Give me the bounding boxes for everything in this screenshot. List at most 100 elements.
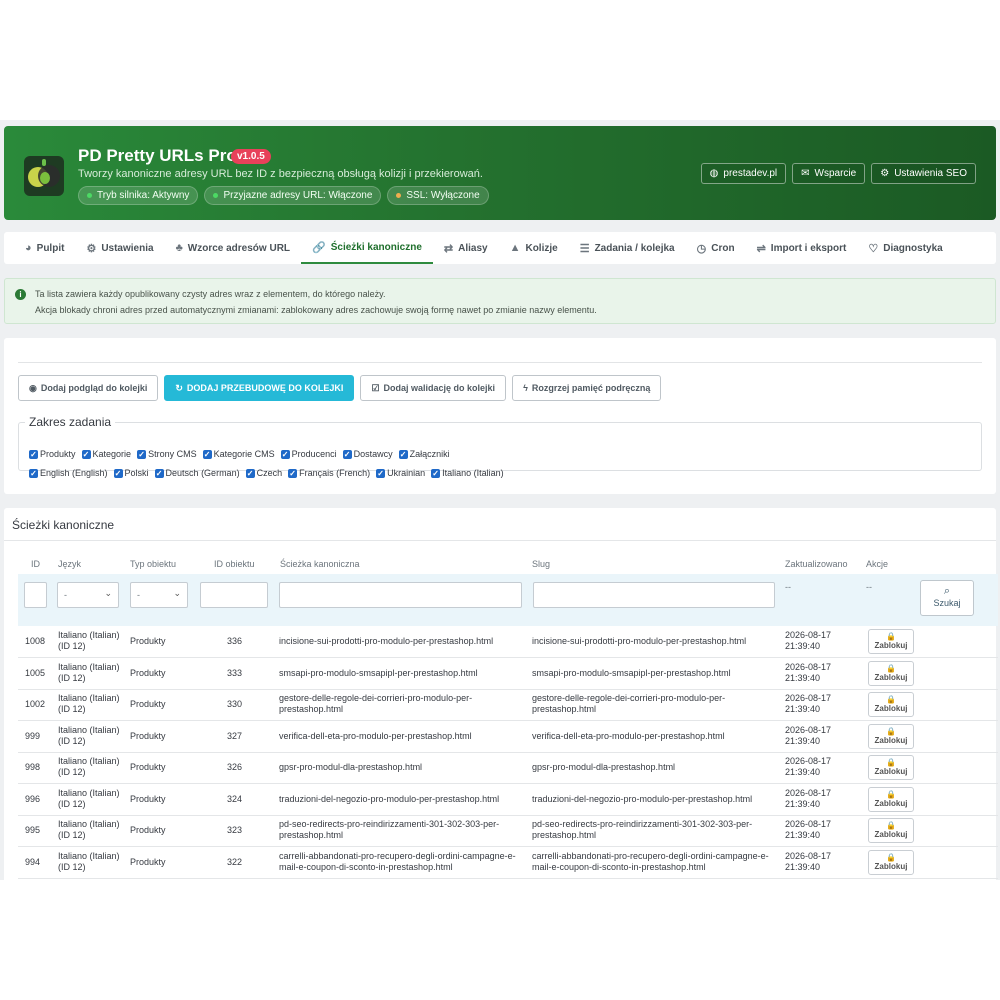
- cell-slug-cont: prestashop.html: [532, 830, 597, 840]
- module-logo: [24, 156, 64, 196]
- language-checkbox-2[interactable]: ✓ Deutsch (German): [154, 468, 240, 478]
- cell-id: 994: [25, 856, 41, 867]
- gears-icon: ⚙: [86, 242, 97, 255]
- entity-checkbox-0[interactable]: ✓ Produkty: [29, 449, 76, 459]
- checkbox-checked-icon: ✓: [245, 468, 255, 478]
- cell-language: Italiano (Italian): [58, 787, 120, 798]
- queue-preview-button[interactable]: ◉ Dodaj podgląd do kolejki: [18, 375, 159, 401]
- cell-language-id: (ID 12): [58, 830, 86, 840]
- table-row: 1008 Italiano (Italian) (ID 12) Produkty 336…: [18, 626, 998, 658]
- bolt-icon: ϟ: [523, 383, 528, 393]
- tab-label: Wzorce adresów URL: [187, 242, 291, 254]
- language-checkbox-0[interactable]: ✓ English (English): [29, 468, 108, 478]
- cell-updated-date: 2026-08-17: [785, 850, 832, 861]
- tab-2[interactable]: ♣ Wzorce adresów URL: [165, 232, 301, 264]
- lock-icon: 🔒: [886, 726, 896, 736]
- tab-7[interactable]: ◷ Cron: [686, 232, 746, 264]
- table-row: 1002 Italiano (Italian) (ID 12) Produkty 330…: [18, 689, 998, 721]
- cell-language: Italiano (Italian): [58, 850, 120, 861]
- status-dot-icon: [213, 193, 219, 198]
- tab-6[interactable]: ☰ Zadania / kolejka: [569, 232, 686, 264]
- tab-0[interactable]: ◕ Pulpit: [14, 232, 75, 264]
- tab-1[interactable]: ⚙ Ustawienia: [75, 232, 164, 264]
- tab-3[interactable]: 🔗 Ścieżki kanoniczne: [301, 232, 433, 264]
- language-checkbox-1[interactable]: ✓ Polski: [113, 468, 149, 478]
- info-icon: i: [15, 289, 26, 300]
- entity-checkbox-3[interactable]: ✓ Kategorie CMS: [202, 449, 275, 459]
- cell-canonical-path: pd-seo-redirects-pro-reindirizzamenti-30…: [279, 819, 500, 829]
- lock-icon: 🔒: [886, 852, 896, 862]
- cell-slug-cont: prestashop.html: [532, 704, 597, 714]
- lock-label: Zablokuj: [874, 641, 908, 650]
- language-checkbox-3[interactable]: ✓ Czech: [245, 468, 282, 478]
- cell-updated-date: 2026-08-17: [785, 819, 832, 829]
- prestadev-link-button[interactable]: ◍ prestadev.pl: [700, 163, 787, 184]
- entity-checkbox-2[interactable]: ✓ Strony CMS: [137, 449, 197, 459]
- entity-checkbox-5[interactable]: ✓ Dostawcy: [342, 449, 393, 459]
- module-subtitle: Tworzy kanoniczne adresy URL bez ID z be…: [78, 168, 483, 180]
- cell-object-id: 324: [227, 793, 243, 804]
- status-dot-icon: [87, 193, 92, 198]
- dashboard-icon: ◕: [25, 242, 32, 254]
- tab-5[interactable]: ▲ Kolizje: [499, 232, 569, 264]
- button-label: Dodaj podgląd do kolejki: [40, 383, 148, 393]
- lock-button[interactable]: 🔒 Zablokuj: [868, 660, 914, 686]
- language-filter-select[interactable]: - ⌄: [57, 582, 119, 608]
- queue-validation-button[interactable]: ☑ Dodaj walidację do kolejki: [360, 375, 507, 401]
- lock-button[interactable]: 🔒 Zablokuj: [868, 755, 914, 780]
- support-button[interactable]: ✉ Wsparcie: [792, 163, 866, 184]
- warm-cache-button[interactable]: ϟ Rozgrzej pamięć podręczną: [512, 375, 662, 401]
- entity-checkbox-6[interactable]: ✓ Załączniki: [398, 449, 450, 459]
- cell-updated-date: 2026-08-17: [785, 630, 832, 640]
- column-header-canonical-path[interactable]: Ścieżka kanoniczna: [280, 559, 360, 569]
- column-header-id[interactable]: ID: [31, 559, 40, 569]
- slug-filter-input[interactable]: [533, 582, 775, 608]
- lock-button[interactable]: 🔒 Zablokuj: [868, 723, 914, 749]
- cell-object-type: Produkty: [130, 825, 166, 835]
- id-filter-input[interactable]: [24, 582, 47, 608]
- canonical-path-filter-input[interactable]: [279, 582, 522, 608]
- random-icon: ⇄: [443, 242, 454, 255]
- object-id-filter-input[interactable]: [200, 582, 268, 608]
- column-header-object-id[interactable]: ID obiektu: [214, 559, 255, 569]
- column-header-slug[interactable]: Slug: [532, 559, 550, 569]
- table-row: 1005 Italiano (Italian) (ID 12) Produkty 333…: [18, 658, 998, 690]
- cell-id: 1008: [25, 636, 46, 646]
- column-header-object-type[interactable]: Typ obiektu: [130, 559, 176, 569]
- queue-rebuild-button[interactable]: ↻ DODAJ PRZEBUDOWĘ DO KOLEJKI: [164, 375, 355, 401]
- type-filter-select[interactable]: - ⌄: [130, 582, 188, 608]
- cell-object-id: 336: [227, 636, 243, 646]
- eye-icon: ◉: [29, 382, 37, 393]
- lock-label: Zablokuj: [874, 767, 908, 776]
- lock-button[interactable]: 🔒 Zablokuj: [868, 849, 914, 875]
- language-checkbox-4[interactable]: ✓ Français (French): [288, 468, 370, 478]
- status-chip-ssl: SSL: Wyłączone: [387, 186, 489, 205]
- entity-checkbox-4[interactable]: ✓ Producenci: [280, 449, 337, 459]
- refresh-icon: ↻: [175, 382, 183, 393]
- tab-label: Aliasy: [458, 242, 488, 254]
- entity-checkbox-1[interactable]: ✓ Kategorie: [81, 449, 131, 459]
- cell-slug: incisione-sui-prodotti-pro-modulo-per-pr…: [532, 636, 747, 646]
- lock-button[interactable]: 🔒 Zablokuj: [868, 818, 914, 843]
- cell-id: 999: [25, 730, 41, 741]
- cell-slug-cont: mail-e-coupon-di-sconto-in-prestashop.ht…: [532, 861, 706, 872]
- language-checkbox-5[interactable]: ✓ Ukrainian: [376, 468, 425, 478]
- seo-settings-button[interactable]: ⚙ Ustawienia SEO: [871, 163, 976, 184]
- cell-language: Italiano (Italian): [58, 693, 120, 703]
- column-header-language[interactable]: Język: [58, 559, 81, 569]
- language-checkbox-6[interactable]: ✓ Italiano (Italian): [431, 468, 504, 478]
- globe-icon: ◍: [709, 168, 719, 179]
- lock-button[interactable]: 🔒 Zablokuj: [868, 786, 914, 812]
- cell-updated-time: 21:39:40: [785, 704, 821, 714]
- checkbox-checked-icon: ✓: [154, 468, 164, 478]
- column-header-updated[interactable]: Zaktualizowano: [785, 559, 848, 569]
- tab-4[interactable]: ⇄ Aliasy: [433, 232, 499, 264]
- button-label: DODAJ PRZEBUDOWĘ DO KOLEJKI: [186, 383, 344, 393]
- tab-label: Zadania / kolejka: [594, 242, 675, 254]
- table-row: 994 Italiano (Italian) (ID 12) Produkty 322 c…: [18, 847, 998, 879]
- tab-8[interactable]: ⇌ Import i eksport: [746, 232, 858, 264]
- lock-button[interactable]: 🔒 Zablokuj: [868, 629, 914, 654]
- lock-button[interactable]: 🔒 Zablokuj: [868, 692, 914, 717]
- search-button[interactable]: ⌕ Szukaj: [920, 580, 974, 616]
- tab-9[interactable]: ♡ Diagnostyka: [857, 232, 953, 264]
